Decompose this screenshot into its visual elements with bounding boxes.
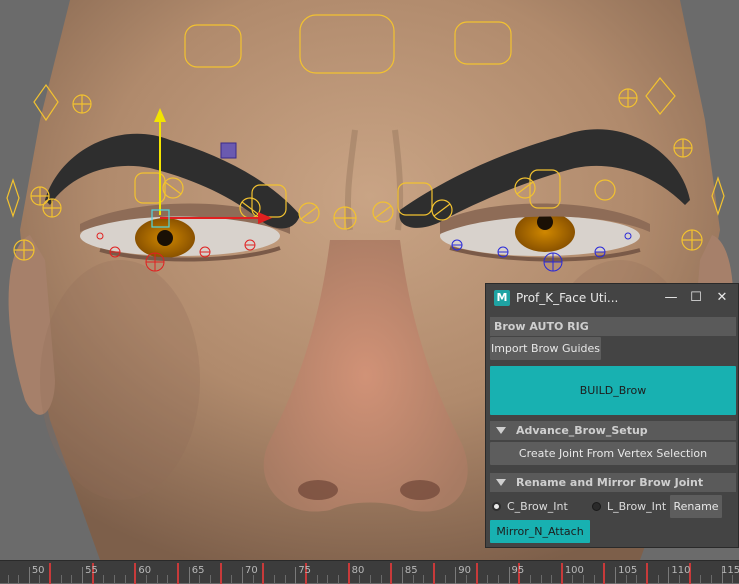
section-brow-auto-rig: Brow AUTO RIG [490, 317, 736, 336]
collapse-triangle-icon [496, 427, 506, 434]
timeline-tick [28, 567, 30, 584]
section-rename-mirror-label: Rename and Mirror Brow Joint [516, 476, 704, 489]
timeline-frame-label: 115 [721, 565, 739, 576]
close-button[interactable]: ✕ [712, 288, 732, 306]
timeline-tick [615, 567, 617, 584]
keyframe-marker[interactable] [390, 563, 393, 584]
timeline-frame-label: 75 [298, 565, 312, 576]
timeline-tick [668, 567, 670, 584]
timeline-frame-label: 110 [671, 565, 691, 576]
keyframe-marker[interactable] [475, 563, 478, 584]
minimize-button[interactable]: — [661, 288, 681, 306]
create-joint-from-vertex-button[interactable]: Create Joint From Vertex Selection [490, 442, 736, 465]
section-advance-brow-setup-label: Advance_Brow_Setup [516, 424, 648, 437]
window-titlebar[interactable]: M Prof_K_Face Uti... — ☐ ✕ [486, 284, 738, 311]
time-slider[interactable]: 50 55 60 65 70 75 80 85 90 95 100 105 110 115 [0, 560, 739, 584]
keyframe-marker[interactable] [603, 563, 606, 584]
timeline-tick [455, 567, 457, 584]
timeline-tick [295, 567, 297, 584]
keyframe-marker[interactable] [219, 563, 222, 584]
section-advance-brow-setup[interactable]: Advance_Brow_Setup [490, 421, 736, 440]
radio-l-brow-int[interactable]: L_Brow_Int [592, 496, 666, 516]
timeline-frame-label: 90 [458, 565, 471, 576]
timeline-tick [242, 567, 244, 584]
keyframe-marker[interactable] [347, 563, 350, 584]
collapse-triangle-icon [496, 479, 506, 486]
timeline-tick [401, 567, 403, 584]
keyframe-marker[interactable] [177, 563, 180, 584]
keyframe-marker[interactable] [134, 563, 137, 584]
timeline-frame-label: 50 [31, 565, 45, 576]
timeline-frame-label: 105 [618, 565, 638, 576]
maya-logo-icon: M [494, 289, 510, 306]
radio-c-brow-int[interactable]: C_Brow_Int [492, 496, 568, 516]
timeline-frame-label: 85 [404, 565, 418, 576]
section-brow-auto-rig-label: Brow AUTO RIG [494, 320, 589, 333]
maximize-button[interactable]: ☐ [686, 288, 706, 306]
timeline-frame-label: 95 [511, 565, 525, 576]
timeline-frame-label: 80 [351, 565, 365, 576]
import-brow-guides-button[interactable]: Import Brow Guides [490, 337, 601, 360]
timeline-tick [82, 567, 84, 584]
radio-selected-icon [492, 501, 501, 511]
keyframe-marker[interactable] [262, 563, 265, 584]
timeline-frame-label: 55 [85, 565, 98, 576]
window-title: Prof_K_Face Uti... [516, 290, 619, 305]
timeline-frame-label: 100 [564, 565, 584, 576]
timeline-frame-label: 60 [138, 565, 152, 576]
timeline-tick [508, 567, 510, 584]
radio-unselected-icon [592, 501, 601, 511]
radio-c-brow-int-label: C_Brow_Int [507, 499, 568, 513]
mirror-n-attach-button[interactable]: Mirror_N_Attach [490, 520, 590, 543]
keyframe-marker[interactable] [646, 563, 649, 584]
build-brow-button[interactable]: BUILD_Brow [490, 366, 736, 415]
timeline-tick [188, 567, 190, 584]
timeline-frame-label: 65 [191, 565, 205, 576]
keyframe-marker[interactable] [432, 563, 435, 584]
face-utility-window: M Prof_K_Face Uti... — ☐ ✕ Brow AUTO RIG… [485, 283, 739, 548]
section-rename-mirror[interactable]: Rename and Mirror Brow Joint [490, 473, 736, 492]
timeline-frame-label: 70 [245, 565, 258, 576]
keyframe-marker[interactable] [560, 563, 563, 584]
keyframe-marker[interactable] [49, 563, 52, 584]
rename-button[interactable]: Rename [670, 495, 722, 518]
radio-l-brow-int-label: L_Brow_Int [607, 499, 667, 513]
